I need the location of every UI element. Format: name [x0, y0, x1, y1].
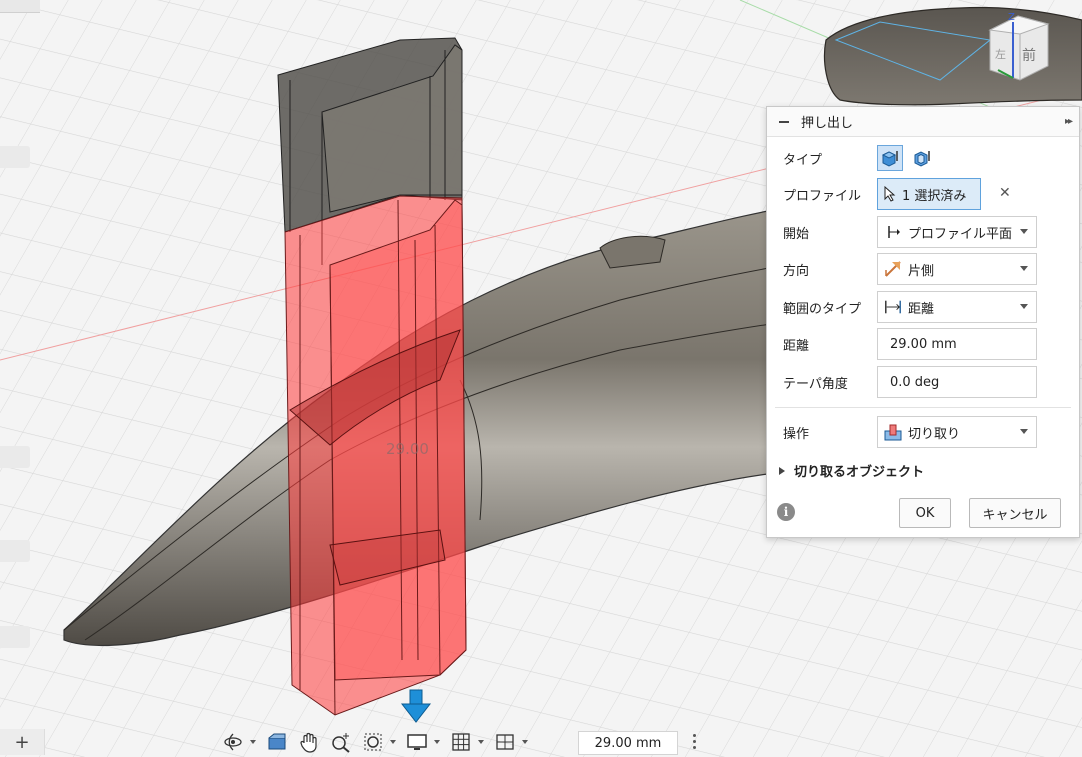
- extrude-thin-icon[interactable]: [909, 145, 935, 171]
- orbit-dropdown-caret[interactable]: [250, 740, 256, 744]
- viewports-icon[interactable]: [494, 730, 516, 754]
- dialog-divider: [775, 407, 1071, 408]
- fit-dropdown-caret[interactable]: [390, 740, 396, 744]
- zoom-icon[interactable]: [330, 730, 352, 754]
- start-label: 開始: [783, 226, 810, 242]
- one-side-direction-icon: [884, 260, 902, 278]
- navigation-toolbar: [222, 729, 534, 755]
- cancel-button[interactable]: キャンセル: [969, 498, 1061, 528]
- grid-icon[interactable]: [450, 730, 472, 754]
- dimension-label[interactable]: 29.00: [386, 440, 429, 458]
- start-row: 開始 プロファイル平面: [767, 216, 1079, 248]
- taper-angle-row: テーパ角度 0.0 deg: [767, 366, 1079, 398]
- profile-selection-value: 1 選択済み: [902, 188, 967, 204]
- dropdown-caret-icon: [1020, 266, 1028, 271]
- add-button[interactable]: +: [0, 729, 45, 755]
- type-label: タイプ: [783, 152, 823, 168]
- expand-triangle-icon: [779, 466, 785, 475]
- operation-row: 操作 切り取り: [767, 416, 1079, 448]
- extrude-solid-icon[interactable]: [877, 145, 903, 171]
- dialog-header[interactable]: 押し出し ▸▸: [767, 107, 1079, 137]
- top-left-tab[interactable]: [0, 0, 40, 13]
- distance-extent-icon: [884, 298, 902, 316]
- more-options-icon[interactable]: [693, 734, 697, 749]
- direction-dropdown[interactable]: 片側: [877, 253, 1037, 285]
- objects-to-cut-label: 切り取るオブジェクト: [794, 465, 925, 480]
- extrude-cut-preview[interactable]: [284, 195, 467, 716]
- profile-plane-icon: [884, 223, 902, 241]
- extent-type-value: 距離: [908, 301, 935, 317]
- orbit-icon[interactable]: [222, 730, 244, 754]
- view-cube-z-label: Z: [1008, 12, 1015, 23]
- pan-hand-icon[interactable]: [298, 730, 320, 754]
- distance-row: 距離 29.00 mm: [767, 328, 1079, 360]
- profile-selection-button[interactable]: 1 選択済み: [877, 178, 981, 210]
- taper-angle-label: テーパ角度: [783, 376, 848, 392]
- objects-to-cut-section[interactable]: 切り取るオブジェクト: [779, 461, 924, 480]
- extent-type-row: 範囲のタイプ 距離: [767, 291, 1079, 323]
- cursor-arrow-icon: [884, 186, 896, 202]
- operation-label: 操作: [783, 426, 810, 442]
- taper-angle-input[interactable]: 0.0 deg: [877, 366, 1037, 398]
- extrude-dialog: 押し出し ▸▸ タイプ プロファイル 1 選択済み ✕ 開始 プロファイル平面 …: [766, 106, 1080, 538]
- expand-icon[interactable]: ▸▸: [1065, 116, 1073, 127]
- dropdown-caret-icon: [1020, 229, 1028, 234]
- distance-label: 距離: [783, 338, 810, 354]
- display-dropdown-caret[interactable]: [434, 740, 440, 744]
- profile-label: プロファイル: [783, 188, 862, 204]
- direction-value: 片側: [908, 263, 935, 279]
- operation-value: 切り取り: [908, 426, 961, 442]
- info-icon[interactable]: i: [777, 503, 795, 521]
- start-dropdown[interactable]: プロファイル平面: [877, 216, 1037, 248]
- extent-type-dropdown[interactable]: 距離: [877, 291, 1037, 323]
- start-value: プロファイル平面: [908, 226, 1013, 242]
- direction-label: 方向: [783, 263, 810, 279]
- side-pill[interactable]: [0, 146, 30, 168]
- ok-button[interactable]: OK: [899, 498, 951, 528]
- display-settings-icon[interactable]: [406, 730, 428, 754]
- extent-type-label: 範囲のタイプ: [783, 301, 862, 317]
- view-cube-left-label: 左: [995, 48, 1006, 61]
- side-pill[interactable]: [0, 540, 30, 562]
- profile-row: プロファイル 1 選択済み ✕: [767, 178, 1079, 210]
- collapse-icon[interactable]: [779, 120, 789, 123]
- side-pill[interactable]: [0, 626, 30, 648]
- direction-row: 方向 片側: [767, 253, 1079, 285]
- clear-selection-icon[interactable]: ✕: [999, 185, 1011, 201]
- look-at-icon[interactable]: [266, 730, 288, 754]
- operation-dropdown[interactable]: 切り取り: [877, 416, 1037, 448]
- side-pill[interactable]: [0, 446, 30, 468]
- measure-readout[interactable]: 29.00 mm: [578, 731, 678, 755]
- dropdown-caret-icon: [1020, 304, 1028, 309]
- cut-operation-icon: [884, 423, 902, 441]
- type-row: タイプ: [767, 143, 1079, 173]
- view-cube-front-label: 前: [1022, 47, 1036, 64]
- dropdown-caret-icon: [1020, 429, 1028, 434]
- grid-dropdown-caret[interactable]: [478, 740, 484, 744]
- fit-window-icon[interactable]: [362, 730, 384, 754]
- dialog-title: 押し出し: [801, 116, 854, 131]
- viewports-dropdown-caret[interactable]: [522, 740, 528, 744]
- distance-input[interactable]: 29.00 mm: [877, 328, 1037, 360]
